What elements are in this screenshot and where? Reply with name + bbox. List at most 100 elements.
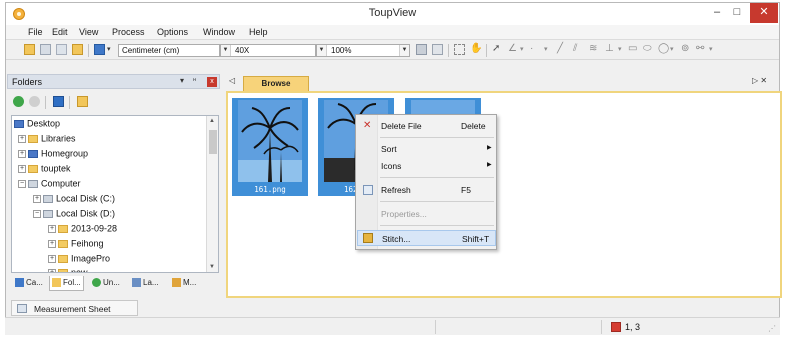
magnification-value: 40X <box>235 46 250 55</box>
tab-folders[interactable]: Fol... <box>49 276 84 291</box>
save-icon[interactable] <box>40 44 51 55</box>
pin-icon[interactable]: ᵸ <box>193 76 196 85</box>
print-icon[interactable] <box>416 44 427 55</box>
expand-icon[interactable]: + <box>33 194 41 203</box>
menu-item-delete-file[interactable]: ✕ Delete File Delete <box>357 118 496 134</box>
unit-select[interactable]: Centimeter (cm) <box>118 44 220 57</box>
tree-item-touptek[interactable]: + touptek <box>18 163 71 177</box>
tree-item-new[interactable]: + new <box>48 267 88 272</box>
magnification-select[interactable]: ▼ 40X <box>220 44 316 57</box>
panel-close-button[interactable]: x <box>207 77 217 87</box>
line-icon[interactable]: ╱ <box>557 43 563 54</box>
scrollbar-thumb[interactable] <box>209 130 217 154</box>
scroll-up-icon[interactable]: ▲ <box>209 118 215 124</box>
tree-item-homegroup[interactable]: + Homegroup <box>18 148 88 162</box>
menu-view[interactable]: View <box>79 27 98 37</box>
pointer-icon[interactable]: ➚ <box>492 43 500 54</box>
ellipse-icon[interactable]: ⬭ <box>643 43 652 54</box>
measurement-sheet-label: Measurement Sheet <box>34 304 111 314</box>
save-all-icon[interactable] <box>56 44 67 55</box>
browse-area: 161.png 162 <box>226 91 782 298</box>
folder-icon[interactable] <box>72 44 83 55</box>
new-folder-icon[interactable] <box>77 96 88 107</box>
forward-icon[interactable] <box>29 96 40 107</box>
chevron-down-icon[interactable]: ▾ <box>670 45 674 53</box>
tab-layers[interactable]: La... <box>130 276 161 291</box>
chevron-down-icon[interactable]: ▾ <box>520 45 524 53</box>
scroll-left-icon[interactable]: ◁ <box>229 76 235 85</box>
menu-item-refresh[interactable]: Refresh F5 <box>357 182 496 198</box>
expand-icon[interactable]: + <box>48 254 56 263</box>
camera-icon[interactable] <box>94 44 105 55</box>
minimize-button[interactable]: – <box>708 3 726 23</box>
resize-grip-icon[interactable]: ⋰ <box>768 324 776 333</box>
back-icon[interactable] <box>13 96 24 107</box>
parallel-lines-icon[interactable]: ⫽ <box>573 43 577 54</box>
rectangle-icon[interactable]: ▭ <box>628 43 637 54</box>
tree-item-local-disk-d[interactable]: − Local Disk (D:) <box>33 208 115 222</box>
doc-tab-controls[interactable]: ▷ ✕ <box>752 76 767 85</box>
chevron-down-icon[interactable]: ▼ <box>399 45 409 56</box>
tree-item-libraries[interactable]: + Libraries <box>18 133 76 147</box>
tab-undo[interactable]: Un... <box>90 276 122 291</box>
sheet-icon <box>17 304 27 313</box>
panel-tab-strip: Ca... Fol... Un... La... M... <box>11 275 219 292</box>
open-icon[interactable] <box>24 44 35 55</box>
expand-icon[interactable]: + <box>48 268 56 272</box>
expand-icon[interactable]: + <box>48 224 56 233</box>
maximize-button[interactable]: □ <box>728 3 746 23</box>
tree-item-feihong[interactable]: + Feihong <box>48 238 104 252</box>
tree-item-imagepro[interactable]: + ImagePro <box>48 253 110 267</box>
thumbnail-item[interactable]: 161.png <box>232 98 308 196</box>
expand-icon[interactable]: + <box>18 149 26 158</box>
folders-panel-toolbar <box>7 91 220 113</box>
tree-item-2013-09-28[interactable]: +2013-09-28 <box>48 223 117 237</box>
menu-process[interactable]: Process <box>112 27 145 37</box>
measurement-sheet-tab[interactable]: Measurement Sheet <box>11 300 138 316</box>
zoom-select[interactable]: ▼ 100% ▼ <box>316 44 410 57</box>
menu-file[interactable]: File <box>28 27 43 37</box>
preview-icon[interactable] <box>432 44 443 55</box>
menu-help[interactable]: Help <box>249 27 268 37</box>
expand-icon[interactable]: + <box>18 134 26 143</box>
menu-window[interactable]: Window <box>203 27 235 37</box>
angle-icon[interactable]: ∠ <box>508 43 517 54</box>
menu-edit[interactable]: Edit <box>52 27 68 37</box>
select-rect-icon[interactable] <box>454 44 465 55</box>
menu-options[interactable]: Options <box>157 27 188 37</box>
chevron-down-icon[interactable]: ▼ <box>317 45 327 56</box>
expand-icon[interactable]: + <box>18 164 26 173</box>
chevron-down-icon[interactable]: ▾ <box>107 45 111 53</box>
tree-scrollbar[interactable]: ▲ ▼ <box>206 116 218 272</box>
tree-item-local-disk-c[interactable]: + Local Disk (C:) <box>33 193 115 207</box>
folder-up-icon[interactable] <box>53 96 64 107</box>
polygon-icon[interactable]: ⚯ <box>696 43 704 54</box>
perpendicular-icon[interactable]: ⊥ <box>605 43 614 54</box>
tree-item-computer[interactable]: − Computer <box>18 178 81 192</box>
circle-icon[interactable]: ◯ <box>658 43 669 54</box>
menu-item-icons[interactable]: Icons ▶ <box>357 158 496 174</box>
folder-icon <box>58 239 68 248</box>
panel-menu-icon[interactable]: ▾ <box>180 76 184 85</box>
tab-camera[interactable]: Ca... <box>13 276 45 291</box>
menu-item-stitch[interactable]: Stitch... Shift+T <box>357 230 496 246</box>
double-line-icon[interactable]: ≋ <box>589 43 597 54</box>
gear-circle-icon[interactable]: ⊚ <box>681 43 689 54</box>
chevron-down-icon[interactable]: ▼ <box>221 45 231 56</box>
homegroup-icon <box>28 149 38 158</box>
menu-item-sort[interactable]: Sort ▶ <box>357 141 496 157</box>
hand-icon[interactable]: ✋ <box>470 43 482 54</box>
menu-separator <box>380 201 494 202</box>
tab-browse[interactable]: Browse <box>243 76 309 91</box>
scroll-down-icon[interactable]: ▼ <box>209 264 215 270</box>
collapse-icon[interactable]: − <box>18 179 26 188</box>
collapse-icon[interactable]: − <box>33 209 41 218</box>
chevron-down-icon[interactable]: ▾ <box>709 45 713 53</box>
close-button[interactable]: ✕ <box>750 3 778 23</box>
expand-icon[interactable]: + <box>48 239 56 248</box>
chevron-down-icon[interactable]: ▾ <box>544 45 548 53</box>
point-icon[interactable]: · <box>530 43 533 54</box>
chevron-down-icon[interactable]: ▾ <box>618 45 622 53</box>
tab-measurement[interactable]: M... <box>170 276 198 291</box>
tree-item-desktop[interactable]: Desktop <box>14 118 60 132</box>
